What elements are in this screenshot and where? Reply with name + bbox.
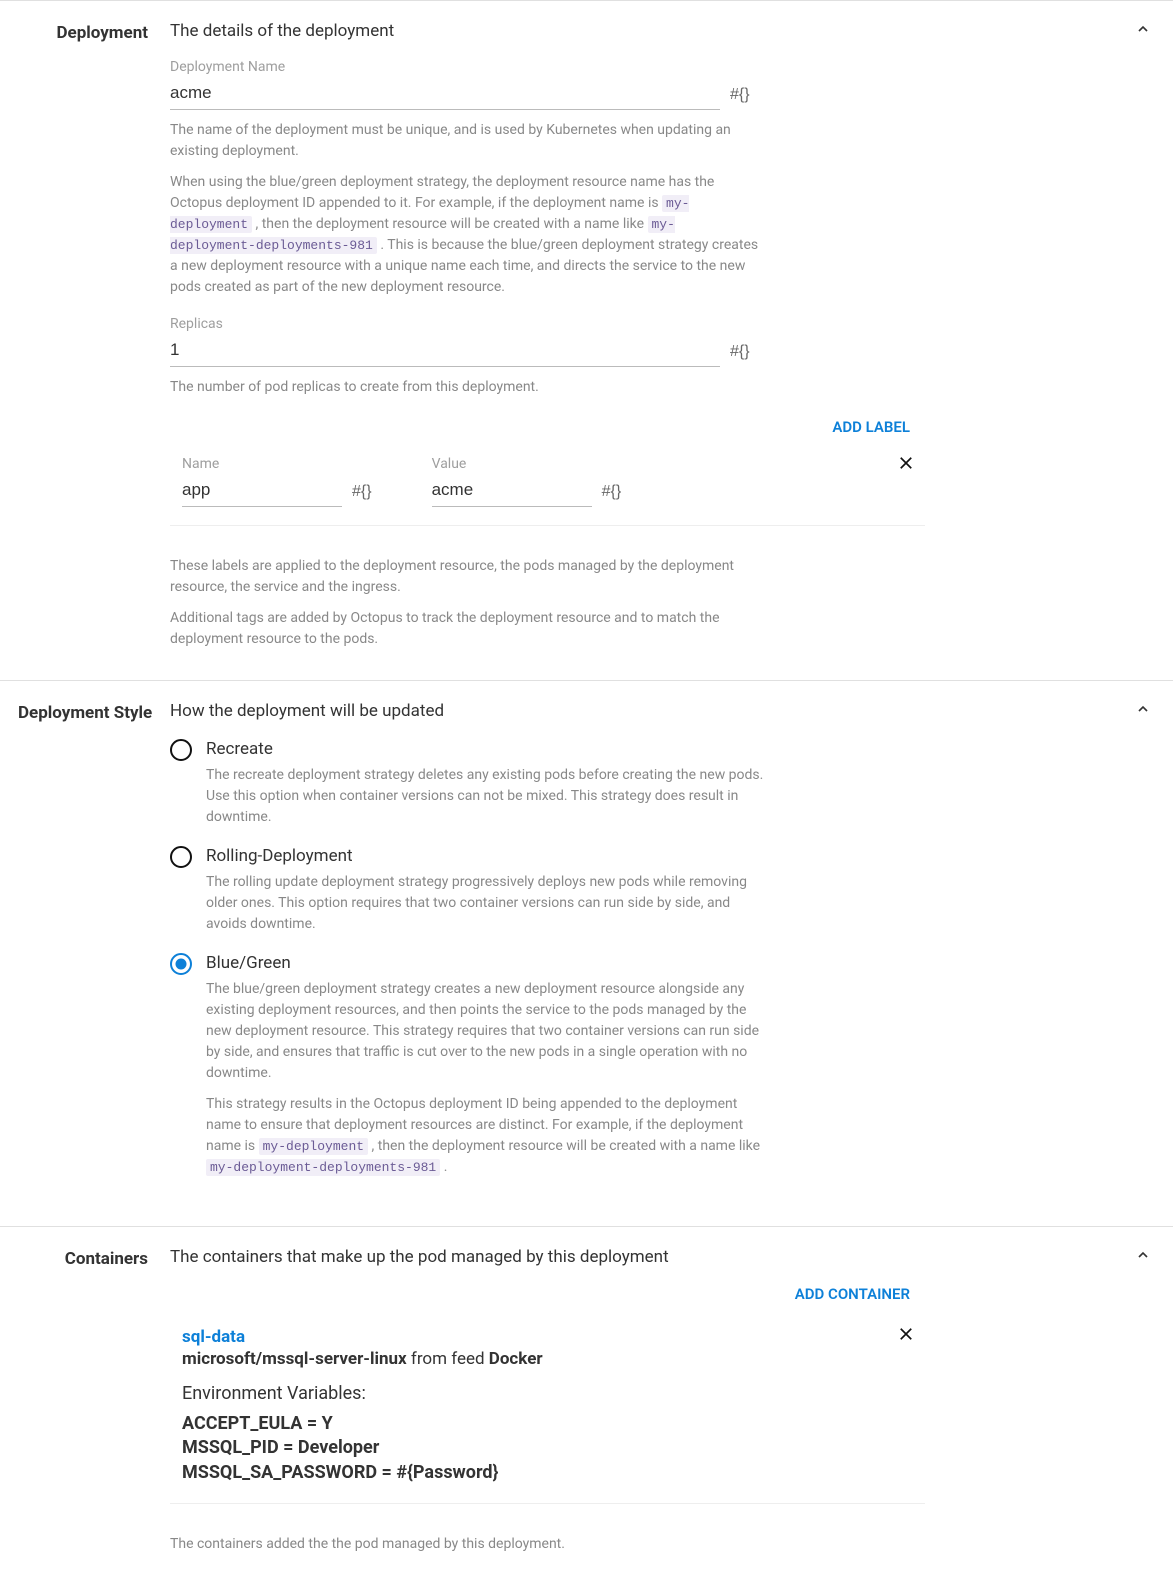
add-label-link[interactable]: ADD LABEL	[170, 418, 910, 436]
helper-text: The name of the deployment must be uniqu…	[170, 120, 760, 162]
replicas-input[interactable]	[170, 336, 720, 367]
containers-subtitle: The containers that make up the pod mana…	[170, 1247, 970, 1267]
label-value-col: Value #{}	[432, 456, 622, 507]
add-container-link[interactable]: ADD CONTAINER	[170, 1285, 910, 1303]
chevron-up-icon	[1135, 1247, 1151, 1263]
bind-variable-icon[interactable]: #{}	[730, 86, 750, 110]
containers-helper: The containers added the the pod managed…	[170, 1534, 760, 1555]
envvar-item: MSSQL_PID = Developer	[182, 1436, 925, 1460]
envvar-item: MSSQL_SA_PASSWORD = #{Password}	[182, 1461, 925, 1485]
strategy-bluegreen-desc: The blue/green deployment strategy creat…	[206, 979, 766, 1178]
container-name-link[interactable]: sql-data	[182, 1327, 925, 1347]
chevron-up-icon	[1135, 701, 1151, 717]
containers-section-label: Containers	[10, 1247, 170, 1555]
container-card: sql-data microsoft/mssql-server-linux fr…	[170, 1315, 925, 1504]
replicas-helper: The number of pod replicas to create fro…	[170, 377, 760, 398]
remove-label-button[interactable]	[897, 454, 915, 476]
close-icon	[897, 454, 915, 472]
bind-variable-icon[interactable]: #{}	[602, 483, 622, 507]
bind-variable-icon[interactable]: #{}	[730, 343, 750, 367]
label-name-label: Name	[182, 456, 372, 472]
deployment-subtitle: The details of the deployment	[170, 21, 970, 41]
deployment-section-body: The details of the deployment Deployment…	[170, 21, 970, 660]
collapse-deployment-button[interactable]	[1135, 21, 1151, 41]
labels-helper: These labels are applied to the deployme…	[170, 556, 760, 650]
bind-variable-icon[interactable]: #{}	[352, 483, 372, 507]
deployment-style-section-label: Deployment Style	[10, 701, 170, 1206]
label-name-col: Name #{}	[182, 456, 372, 507]
strategy-recreate-desc: The recreate deployment strategy deletes…	[206, 765, 766, 828]
strategy-rolling-option[interactable]: Rolling-Deployment The rolling update de…	[170, 846, 970, 935]
collapse-style-button[interactable]	[1135, 701, 1151, 721]
collapse-containers-button[interactable]	[1135, 1247, 1151, 1267]
chevron-up-icon	[1135, 21, 1151, 37]
deployment-name-label: Deployment Name	[170, 59, 970, 75]
replicas-label: Replicas	[170, 316, 970, 332]
envvar-item: ACCEPT_EULA = Y	[182, 1412, 925, 1436]
envvar-title: Environment Variables:	[182, 1383, 925, 1404]
strategy-bluegreen-option[interactable]: Blue/Green The blue/green deployment str…	[170, 953, 970, 1188]
strategy-rolling-desc: The rolling update deployment strategy p…	[206, 872, 766, 935]
containers-body: The containers that make up the pod mana…	[170, 1247, 970, 1555]
deployment-style-body: How the deployment will be updated Recre…	[170, 701, 970, 1206]
strategy-bluegreen-title: Blue/Green	[206, 953, 766, 973]
label-row: Name #{} Value #{}	[170, 448, 925, 526]
label-name-input[interactable]	[182, 476, 342, 507]
helper-text: When using the blue/green deployment str…	[170, 172, 760, 298]
replicas-field: Replicas #{} The number of pod replicas …	[170, 316, 970, 398]
radio-checked-icon[interactable]	[170, 953, 192, 975]
strategy-rolling-title: Rolling-Deployment	[206, 846, 766, 866]
radio-unchecked-icon[interactable]	[170, 846, 192, 868]
label-value-label: Value	[432, 456, 622, 472]
label-value-input[interactable]	[432, 476, 592, 507]
strategy-recreate-option[interactable]: Recreate The recreate deployment strateg…	[170, 739, 970, 828]
code-chip: my-deployment-deployments-981	[206, 1159, 440, 1176]
envvar-list: ACCEPT_EULA = Y MSSQL_PID = Developer MS…	[182, 1412, 925, 1485]
deployment-style-subtitle: How the deployment will be updated	[170, 701, 970, 721]
container-image-line: microsoft/mssql-server-linux from feed D…	[182, 1349, 925, 1369]
containers-section: Containers The containers that make up t…	[0, 1226, 1173, 1575]
strategy-recreate-title: Recreate	[206, 739, 766, 759]
deployment-name-field: Deployment Name #{} The name of the depl…	[170, 59, 970, 298]
deployment-section: Deployment The details of the deployment…	[0, 0, 1173, 680]
deployment-section-label: Deployment	[10, 21, 170, 660]
code-chip: my-deployment	[259, 1138, 368, 1155]
deployment-style-section: Deployment Style How the deployment will…	[0, 680, 1173, 1226]
close-icon	[897, 1325, 915, 1343]
remove-container-button[interactable]	[897, 1325, 915, 1347]
deployment-name-input[interactable]	[170, 79, 720, 110]
deployment-name-helper: The name of the deployment must be uniqu…	[170, 120, 760, 298]
radio-unchecked-icon[interactable]	[170, 739, 192, 761]
